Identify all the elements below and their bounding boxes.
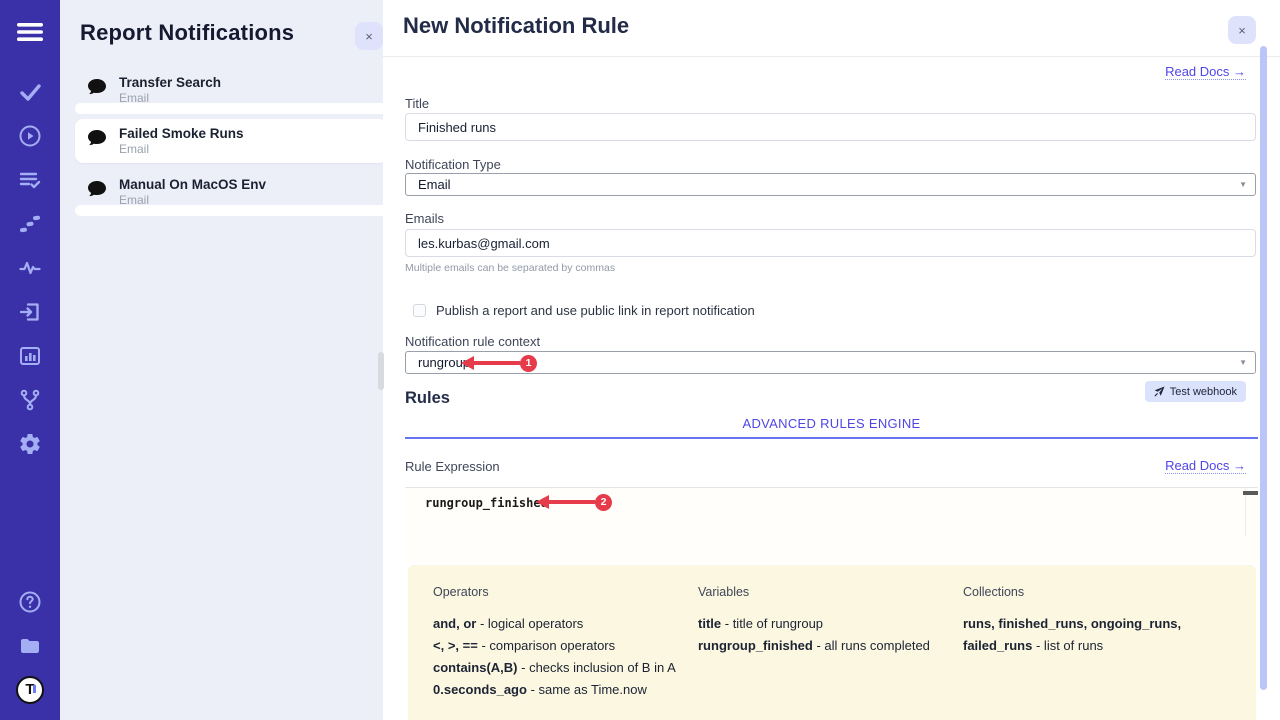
title-label: Title xyxy=(405,96,429,111)
help-column-heading: Operators xyxy=(433,585,688,599)
active-tab-underline xyxy=(405,437,1258,439)
publish-report-checkbox-label: Publish a report and use public link in … xyxy=(436,303,755,318)
test-webhook-label: Test webhook xyxy=(1170,386,1237,398)
editor-scrollbar-thumb[interactable] xyxy=(1243,491,1258,495)
notification-type: Email xyxy=(119,142,244,157)
notification-list: Transfer Search Email Failed Smoke Runs … xyxy=(75,68,383,221)
emails-label: Emails xyxy=(405,211,444,226)
send-icon xyxy=(1154,386,1165,397)
check-icon[interactable] xyxy=(0,70,60,114)
expression-help-box: Operators and, or - logical operators <,… xyxy=(408,565,1256,720)
annotation-1-badge: 1 xyxy=(520,355,537,372)
notification-title: Manual On MacOS Env xyxy=(119,176,266,193)
app-root: T Report Notifications Transfer Search E… xyxy=(0,0,1280,720)
notification-type-select[interactable]: Email ▼ xyxy=(405,173,1256,196)
notification-title: Transfer Search xyxy=(119,74,221,91)
emails-input[interactable] xyxy=(405,229,1256,257)
menu-icon[interactable] xyxy=(0,10,60,54)
report-notifications-panel: Report Notifications Transfer Search Ema… xyxy=(60,0,383,720)
chevron-down-icon: ▼ xyxy=(1239,358,1247,367)
notification-title: Failed Smoke Runs xyxy=(119,125,244,142)
sidebar: T xyxy=(0,0,60,720)
help-line: contains(A,B) - checks inclusion of B in… xyxy=(433,657,688,679)
activity-icon[interactable] xyxy=(0,246,60,290)
help-column-operators: Operators and, or - logical operators <,… xyxy=(433,585,688,701)
panel-resize-handle[interactable] xyxy=(378,352,384,390)
help-icon[interactable] xyxy=(0,580,60,624)
red-arrow-left-icon xyxy=(535,493,596,511)
annotation-1: 1 xyxy=(460,354,537,372)
annotation-2: 2 xyxy=(535,493,612,511)
help-line: <, >, == - comparison operators xyxy=(433,635,688,657)
modal-close-button[interactable]: × xyxy=(1228,16,1256,44)
modal-header: New Notification Rule xyxy=(383,0,1280,57)
modal-scrollbar-thumb[interactable] xyxy=(1260,46,1267,690)
panel-title: Report Notifications xyxy=(80,20,294,46)
help-column-heading: Collections xyxy=(963,585,1235,599)
list-item-failed-smoke-runs[interactable]: Failed Smoke Runs Email xyxy=(75,119,383,163)
rule-context-label: Notification rule context xyxy=(405,334,540,349)
help-line: runs, finished_runs, ongoing_runs, faile… xyxy=(963,613,1235,657)
help-column-variables: Variables title - title of rungroup rung… xyxy=(698,585,948,657)
emails-hint: Multiple emails can be separated by comm… xyxy=(405,262,615,274)
read-docs-link-top[interactable]: Read Docs → xyxy=(1165,64,1246,80)
list-item-manual-on-macos-env[interactable]: Manual On MacOS Env Email xyxy=(75,170,383,214)
sign-in-icon[interactable] xyxy=(0,290,60,334)
speech-bubble-icon xyxy=(87,129,109,153)
chevron-down-icon: ▼ xyxy=(1239,180,1247,189)
help-line: title - title of rungroup xyxy=(698,613,948,635)
title-input[interactable] xyxy=(405,113,1256,141)
annotation-2-badge: 2 xyxy=(595,494,612,511)
settings-gear-icon[interactable] xyxy=(0,422,60,466)
app-logo-t-icon[interactable]: T xyxy=(0,668,60,712)
red-arrow-left-icon xyxy=(460,354,521,372)
publish-report-checkbox-row[interactable]: Publish a report and use public link in … xyxy=(413,303,755,318)
speech-bubble-icon xyxy=(87,180,109,204)
help-column-collections: Collections runs, finished_runs, ongoing… xyxy=(963,585,1235,657)
rule-expression-label: Rule Expression xyxy=(405,459,500,474)
notification-type-value: Email xyxy=(418,177,451,192)
bar-chart-icon[interactable] xyxy=(0,334,60,378)
help-line: rungroup_finished - all runs completed xyxy=(698,635,948,657)
rule-expression-editor[interactable]: rungroup_finished xyxy=(405,487,1258,563)
list-item-transfer-search[interactable]: Transfer Search Email xyxy=(75,68,383,112)
test-webhook-button[interactable]: Test webhook xyxy=(1145,381,1246,402)
read-docs-link-rules[interactable]: Read Docs → xyxy=(1165,458,1246,474)
speech-bubble-icon xyxy=(87,78,109,102)
rule-expression-value: rungroup_finished xyxy=(425,496,548,510)
help-column-heading: Variables xyxy=(698,585,948,599)
steps-icon[interactable] xyxy=(0,202,60,246)
play-circle-icon[interactable] xyxy=(0,114,60,158)
rules-tabbar: ADVANCED RULES ENGINE xyxy=(405,415,1258,433)
help-line: 0.seconds_ago - same as Time.now xyxy=(433,679,688,701)
panel-close-button[interactable]: × xyxy=(355,22,383,50)
folder-icon[interactable] xyxy=(0,624,60,668)
modal-title: New Notification Rule xyxy=(403,13,629,39)
list-check-icon[interactable] xyxy=(0,158,60,202)
notification-type: Email xyxy=(119,193,266,208)
new-notification-rule-modal: New Notification Rule × Read Docs → Titl… xyxy=(383,0,1280,720)
publish-report-checkbox[interactable] xyxy=(413,304,426,317)
rules-heading: Rules xyxy=(405,389,450,408)
notification-type-label: Notification Type xyxy=(405,157,501,172)
help-line: and, or - logical operators xyxy=(433,613,688,635)
branch-icon[interactable] xyxy=(0,378,60,422)
tab-advanced-rules-engine[interactable]: ADVANCED RULES ENGINE xyxy=(743,416,921,431)
notification-type: Email xyxy=(119,91,221,106)
editor-divider xyxy=(1245,488,1246,536)
